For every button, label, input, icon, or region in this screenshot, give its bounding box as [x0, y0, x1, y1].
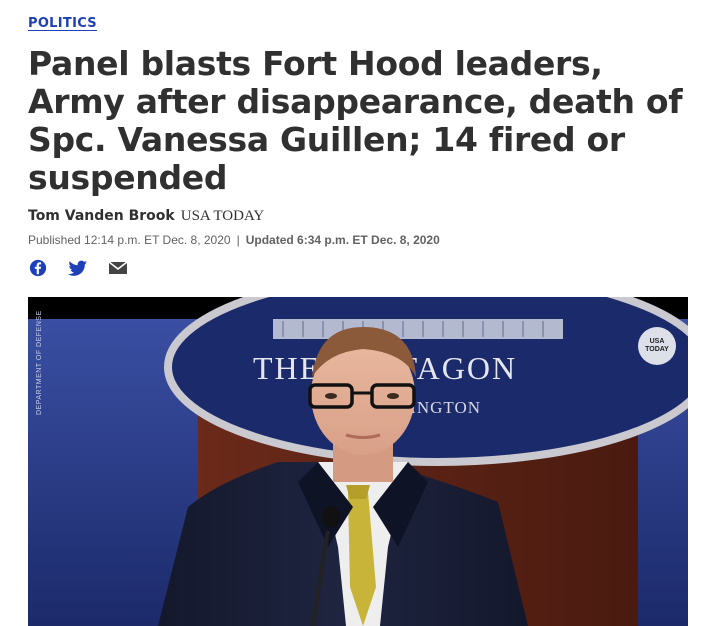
twitter-icon[interactable]	[68, 259, 88, 277]
published-timestamp: Published 12:14 p.m. ET Dec. 8, 2020	[28, 233, 231, 247]
author-name[interactable]: Tom Vanden Brook	[28, 208, 175, 224]
dateline: Published 12:14 p.m. ET Dec. 8, 2020 | U…	[28, 233, 440, 247]
dateline-separator: |	[236, 233, 240, 247]
facebook-icon[interactable]	[28, 259, 48, 277]
department-watermark: DEPARTMENT OF DEFENSE	[36, 310, 43, 415]
badge-line-1: USA	[649, 338, 665, 345]
video-player[interactable]: THE PENTAGON WASHINGTON DEPARTMENT OF DE…	[28, 297, 688, 626]
badge-line-2: TODAY	[645, 346, 669, 353]
section-label-politics[interactable]: POLITICS	[28, 16, 97, 31]
video-frame: THE PENTAGON WASHINGTON	[28, 297, 688, 626]
share-bar	[28, 259, 128, 277]
byline: Tom Vanden Brook USA TODAY	[28, 208, 264, 225]
email-icon[interactable]	[108, 259, 128, 277]
usa-today-badge: USA TODAY	[638, 327, 676, 365]
article-headline: Panel blasts Fort Hood leaders, Army aft…	[28, 44, 683, 197]
publication-name: USA TODAY	[180, 208, 265, 224]
updated-timestamp: Updated 6:34 p.m. ET Dec. 8, 2020	[245, 233, 440, 247]
